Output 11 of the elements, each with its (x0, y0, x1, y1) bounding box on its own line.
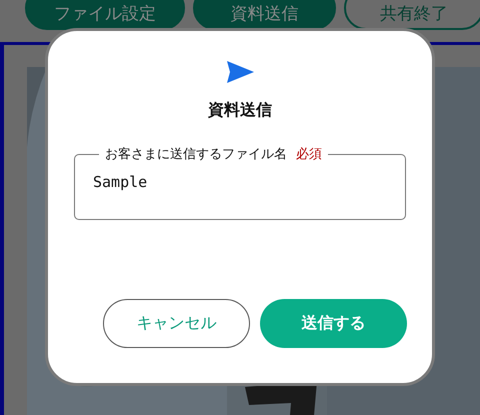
file-name-input[interactable]: Sample (93, 163, 387, 191)
send-button[interactable]: 送信する (260, 299, 407, 348)
send-icon (226, 61, 254, 83)
dialog-title: 資料送信 (208, 100, 272, 121)
tab-button[interactable]: ファイル設定 (25, 0, 185, 30)
file-name-field[interactable]: お客さまに送信するファイル名 必須 Sample (74, 145, 406, 220)
cancel-button[interactable]: キャンセル (103, 299, 250, 348)
required-label: 必須 (296, 146, 322, 163)
tab-button[interactable]: 共有終了 (344, 0, 480, 30)
field-label: お客さまに送信するファイル名 (105, 146, 287, 163)
tab-button[interactable]: 資料送信 (193, 0, 336, 30)
